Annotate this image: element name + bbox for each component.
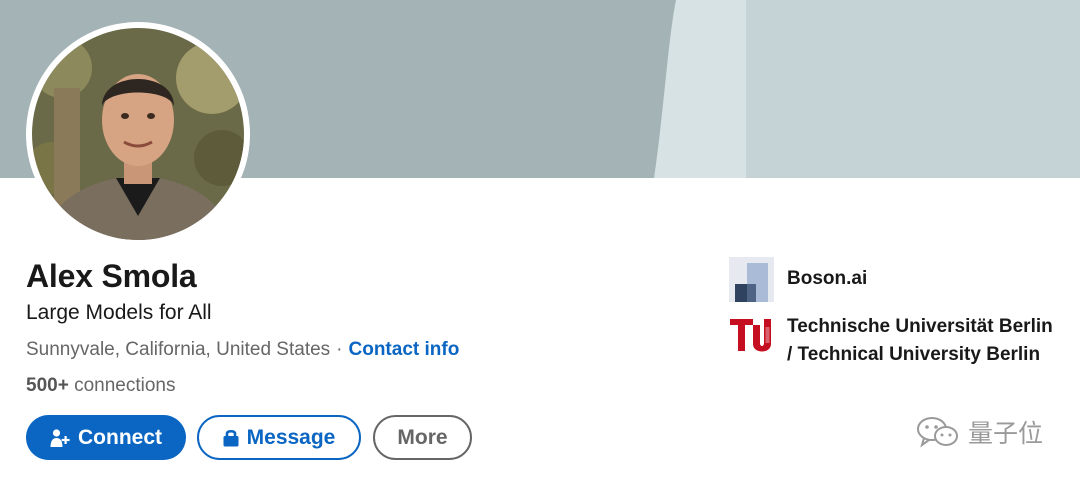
wechat-icon <box>917 417 958 448</box>
more-button[interactable]: More <box>373 415 472 460</box>
connections-label: connections <box>74 375 176 396</box>
connections-number: 500+ <box>26 375 69 396</box>
profile-headline: Large Models for All <box>26 301 212 324</box>
connections-count[interactable]: 500+ connections <box>26 375 175 397</box>
boson-logo-icon <box>729 257 774 302</box>
separator-dot: · <box>336 339 343 360</box>
profile-photo <box>32 28 244 240</box>
profile-location-row: Sunnyvale, California, United States · Con… <box>26 339 459 361</box>
org-item-boson[interactable]: Boson.ai <box>729 257 867 302</box>
lock-icon <box>223 429 239 447</box>
org-item-tu-berlin[interactable]: Technische Universität Berlin / Technica… <box>729 313 1057 369</box>
profile-location: Sunnyvale, California, United States <box>26 339 331 360</box>
contact-info-link[interactable]: Contact info <box>349 339 460 360</box>
watermark-text: 量子位 <box>968 419 1044 448</box>
connect-button-label: Connect <box>78 425 162 449</box>
connect-button[interactable]: Connect <box>26 415 186 460</box>
org-name-boson: Boson.ai <box>787 268 868 289</box>
profile-avatar[interactable] <box>26 22 250 246</box>
org-name-tu-berlin: Technische Universität Berlin / Technica… <box>787 316 1053 365</box>
add-person-icon <box>50 428 70 447</box>
profile-name: Alex Smola <box>26 258 197 294</box>
watermark: 量子位 <box>916 414 1043 450</box>
more-button-label: More <box>397 425 448 449</box>
tu-berlin-logo-icon <box>729 313 774 358</box>
message-button[interactable]: Message <box>197 415 361 460</box>
message-button-label: Message <box>246 425 336 449</box>
